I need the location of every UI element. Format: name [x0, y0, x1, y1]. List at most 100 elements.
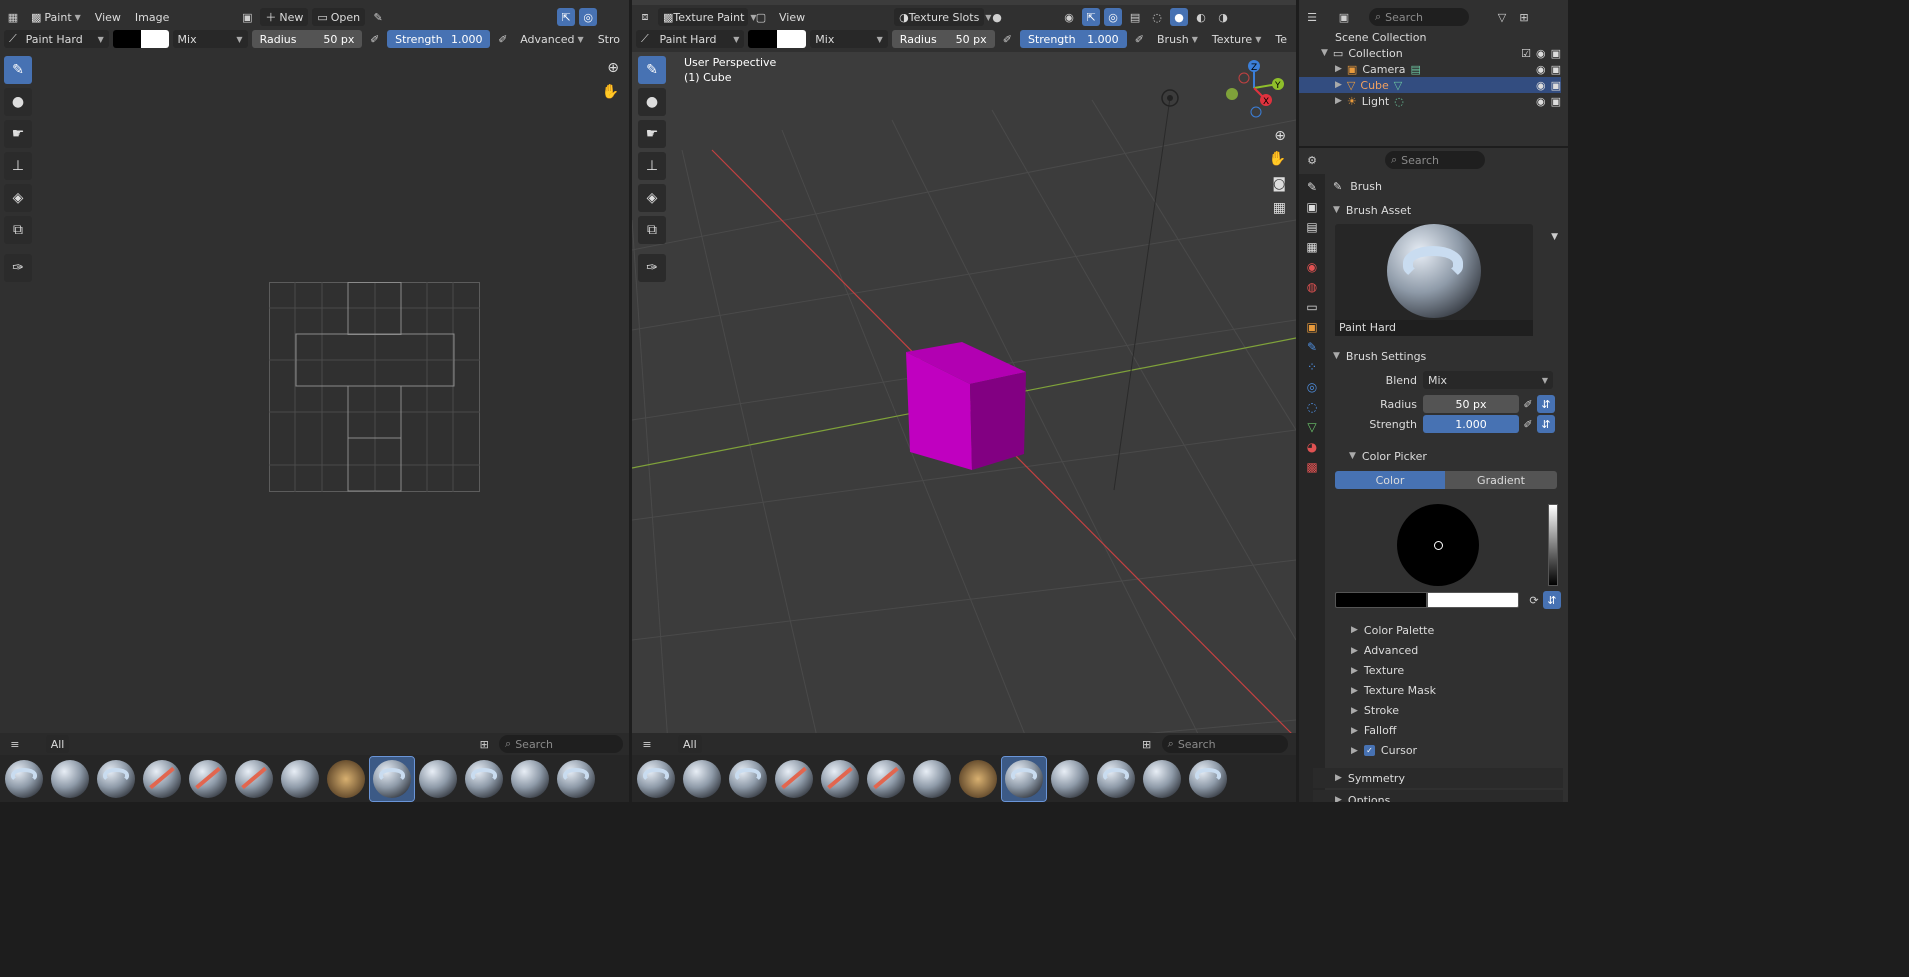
rendered-shading-icon[interactable]: ◑: [1214, 8, 1232, 26]
new-collection-icon[interactable]: ⊞: [1515, 8, 1533, 26]
subpanel-color-palette[interactable]: ▶ Color Palette: [1329, 620, 1563, 640]
subpanel-advanced[interactable]: ▶ Advanced: [1329, 641, 1563, 661]
camera-view-icon[interactable]: ◙: [1272, 176, 1286, 192]
viewport-radius-slider[interactable]: Radius 50 px: [891, 30, 995, 48]
pan-hand-icon[interactable]: ✋: [1269, 151, 1286, 167]
radius-pressure-icon[interactable]: ✐: [999, 30, 1016, 48]
material-shading-icon[interactable]: ◐: [1192, 8, 1210, 26]
asset-menu-icon[interactable]: ▼: [1551, 232, 1558, 242]
texture-slots-dropdown[interactable]: ◑ Texture Slots ▼: [894, 8, 991, 26]
mask-tool-icon[interactable]: ⧉: [4, 216, 32, 244]
xray-icon[interactable]: ▤: [1126, 8, 1144, 26]
properties-editor-icon[interactable]: ⚙: [1303, 151, 1321, 169]
soften-tool-icon[interactable]: ●: [638, 88, 666, 116]
brush-thumb[interactable]: [508, 757, 552, 801]
viewport-color-swatches[interactable]: [748, 30, 807, 48]
brush-thumb[interactable]: [864, 757, 908, 801]
cursor-checkbox[interactable]: ✓: [1363, 745, 1375, 756]
constraints-tab-icon[interactable]: ◌: [1307, 400, 1317, 414]
expand-icon[interactable]: ▶: [1335, 80, 1342, 90]
display-options-icon[interactable]: ⊞: [475, 735, 493, 753]
uv-grid-canvas[interactable]: [269, 282, 481, 493]
brush-thumb[interactable]: [140, 757, 184, 801]
display-mode-icon[interactable]: ▣: [1335, 8, 1353, 26]
unified-color-icon[interactable]: ⇵: [1543, 591, 1561, 609]
world-tab-icon[interactable]: ◍: [1307, 280, 1317, 294]
brush-asset-preview[interactable]: Paint Hard: [1335, 224, 1533, 336]
viewport-floor-grid[interactable]: [632, 0, 1296, 802]
checkbox-icon[interactable]: ☑: [1521, 47, 1531, 60]
image-menu[interactable]: Image: [130, 8, 174, 26]
smear-tool-icon[interactable]: ☛: [4, 120, 32, 148]
properties-search-input[interactable]: ⌕ Search: [1385, 151, 1485, 169]
view-layer-tab-icon[interactable]: ▦: [1306, 240, 1317, 254]
brush-thumb[interactable]: [772, 757, 816, 801]
asset-tab-all[interactable]: All: [45, 735, 70, 753]
subpanel-cursor[interactable]: ▶ ✓ Cursor: [1329, 741, 1563, 761]
swap-colors-icon[interactable]: ⟳: [1525, 591, 1543, 609]
zoom-icon[interactable]: ⊕: [607, 60, 619, 76]
brush-thumb[interactable]: [94, 757, 138, 801]
camera-render-icon[interactable]: ▣: [1551, 95, 1561, 108]
shading-toggle-icon[interactable]: ●: [988, 8, 1006, 26]
soften-tool-icon[interactable]: ●: [4, 88, 32, 116]
color-swatches[interactable]: [112, 30, 169, 48]
outliner-search-input[interactable]: ⌕ Search: [1369, 8, 1469, 26]
gradient-tab[interactable]: Gradient: [1445, 471, 1557, 489]
annotate-tool-icon[interactable]: ✑: [638, 254, 666, 282]
brush-thumb[interactable]: [2, 757, 46, 801]
scene-tab-icon[interactable]: ◉: [1307, 260, 1317, 274]
brush-thumb[interactable]: [554, 757, 598, 801]
view-icon[interactable]: ▢: [752, 8, 770, 26]
outliner-item-light[interactable]: ▶ ☀ Light ◌ ◉ ▣: [1335, 93, 1561, 109]
perspective-toggle-icon[interactable]: ▦: [1273, 200, 1286, 216]
mode-dropdown[interactable]: ▩ Texture Paint ▼: [658, 8, 757, 26]
viewport-brush-selector[interactable]: ⟋ Paint Hard ▼: [636, 30, 745, 48]
radius-pressure-icon[interactable]: ✐: [366, 30, 383, 48]
eye-icon[interactable]: ◉: [1536, 95, 1546, 108]
outliner-editor-icon[interactable]: ☰: [1303, 8, 1321, 26]
collection-tab-icon[interactable]: ▭: [1306, 300, 1317, 314]
brush-thumb[interactable]: [232, 757, 276, 801]
value-slider[interactable]: [1548, 504, 1558, 586]
collection-row[interactable]: ▼ ▭ Collection ☑ ◉ ▣: [1321, 45, 1561, 61]
render-tab-icon[interactable]: ▣: [1306, 200, 1317, 214]
radius-pressure-icon[interactable]: ✐: [1519, 395, 1537, 413]
overlay-icon[interactable]: ◎: [1104, 8, 1123, 26]
brush-thumb[interactable]: [186, 757, 230, 801]
brush-settings-header[interactable]: ▼ Brush Settings: [1329, 346, 1564, 366]
truncated-menu[interactable]: Te: [1270, 30, 1292, 48]
camera-render-icon[interactable]: ▣: [1551, 63, 1561, 76]
gizmo-toggle-icon[interactable]: ⇱: [557, 8, 576, 26]
brush-thumb[interactable]: [416, 757, 460, 801]
gizmo-icon[interactable]: ⇱: [1082, 8, 1101, 26]
outliner-item-cube[interactable]: ▶ ▽ Cube ▽ ◉ ▣: [1299, 77, 1561, 93]
open-image-button[interactable]: ▭ Open: [312, 8, 366, 26]
display-options-icon[interactable]: ⊞: [1138, 735, 1156, 753]
pin-icon[interactable]: ✎: [369, 8, 387, 26]
radius-slider[interactable]: Radius 50 px: [251, 30, 363, 48]
brush-thumb[interactable]: [956, 757, 1000, 801]
draw-tool-icon[interactable]: ✎: [638, 56, 666, 84]
radius-unified-icon[interactable]: ⇵: [1537, 395, 1555, 413]
properties-strength-slider[interactable]: 1.000: [1423, 415, 1519, 433]
viewport-asset-search-input[interactable]: ⌕ Search: [1161, 735, 1288, 753]
strength-pressure-icon[interactable]: ✐: [1519, 415, 1537, 433]
object-tab-icon[interactable]: ▣: [1306, 320, 1317, 334]
blend-dropdown[interactable]: Mix ▼: [1423, 371, 1553, 389]
cube-side-face[interactable]: [970, 372, 1026, 470]
data-tab-icon[interactable]: ▽: [1307, 420, 1316, 434]
annotate-tool-icon[interactable]: ✑: [4, 254, 32, 282]
viewport-blend-dropdown[interactable]: Mix ▼: [810, 30, 888, 48]
navigation-gizmo[interactable]: Z Y X: [1222, 56, 1286, 120]
camera-render-icon[interactable]: ▣: [1551, 79, 1561, 92]
modifier-tab-icon[interactable]: ✎: [1307, 340, 1317, 354]
solid-shading-icon[interactable]: ●: [1170, 8, 1189, 26]
brush-thumb[interactable]: [1140, 757, 1184, 801]
clone-tool-icon[interactable]: ⊥: [638, 152, 666, 180]
eye-icon[interactable]: ◉: [1536, 47, 1546, 60]
stroke-menu[interactable]: Stro: [593, 30, 625, 48]
draw-brush-tool-icon[interactable]: ✎: [4, 56, 32, 84]
brush-thumb[interactable]: [1094, 757, 1138, 801]
eye-icon[interactable]: ◉: [1536, 63, 1546, 76]
